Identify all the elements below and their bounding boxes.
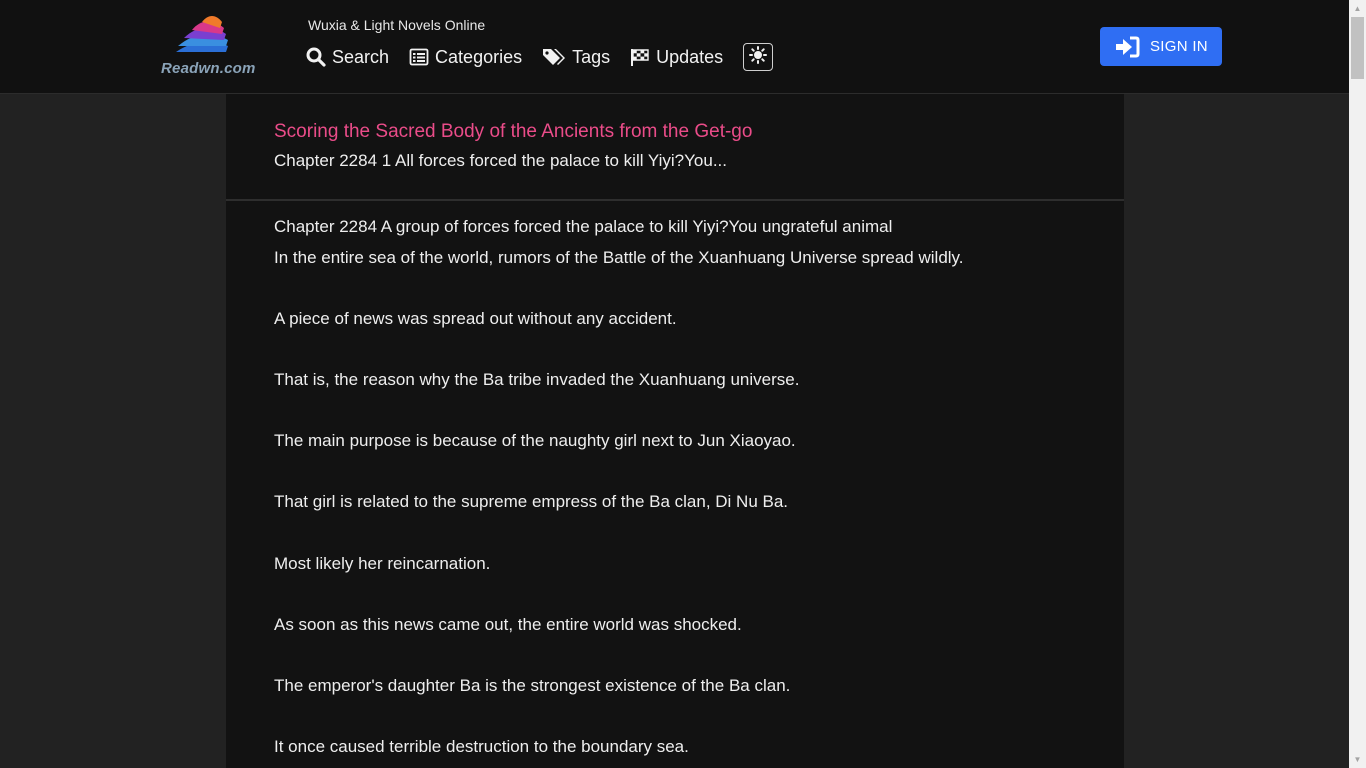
chapter-paragraph: As soon as this news came out, the entir… [274,615,742,634]
site-header: Readwn.com Wuxia & Light Novels Online S… [0,0,1349,94]
site-tagline: Wuxia & Light Novels Online [308,17,486,33]
scroll-up-arrow-icon[interactable]: ▲ [1349,0,1366,17]
page-scrollbar[interactable]: ▲ ▼ [1349,0,1366,768]
tags-icon [542,47,566,67]
sun-icon [749,45,768,69]
sign-in-button[interactable]: SIGN IN [1100,27,1222,66]
chapter-header: Scoring the Sacred Body of the Ancients … [226,94,1124,201]
chapter-paragraph: Chapter 2284 A group of forces forced th… [274,217,893,236]
nav-categories-label: Categories [435,46,523,67]
chapter-paragraph: A piece of news was spread out without a… [274,309,677,328]
chapter-card: Scoring the Sacred Body of the Ancients … [226,94,1124,768]
chapter-paragraph: The main purpose is because of the naugh… [274,431,796,450]
chapter-paragraph: That is, the reason why the Ba tribe inv… [274,370,800,389]
chapter-paragraph: The emperor's daughter Ba is the stronge… [274,676,791,695]
page: Readwn.com Wuxia & Light Novels Online S… [0,0,1349,768]
sign-in-label: SIGN IN [1150,38,1208,55]
nav-search-label: Search [332,46,390,67]
chapter-paragraph: Most likely her reincarnation. [274,554,491,573]
nav-tags[interactable]: Tags [542,47,610,68]
search-icon [306,47,326,67]
nav-tags-label: Tags [572,46,611,67]
scrollbar-thumb[interactable] [1351,17,1364,79]
theme-toggle-button[interactable] [743,43,774,71]
list-icon [409,47,429,67]
nav-updates-label: Updates [656,46,724,67]
chapter-paragraph: In the entire sea of the world, rumors o… [274,248,964,267]
novel-title-link[interactable]: Scoring the Sacred Body of the Ancients … [274,121,752,143]
scroll-down-arrow-icon[interactable]: ▼ [1349,751,1366,768]
nav-search[interactable]: Search [306,47,389,68]
chapter-subtitle: Chapter 2284 1 All forces forced the pal… [274,151,727,170]
site-logo[interactable]: Readwn.com [160,12,256,78]
nav-categories[interactable]: Categories [409,47,522,68]
sign-in-icon [1114,36,1140,58]
flag-checkered-icon [630,47,650,67]
nav-updates[interactable]: Updates [630,47,723,68]
logo-text: Readwn.com [161,60,256,77]
chapter-paragraph: That girl is related to the supreme empr… [274,492,789,511]
logo-fan-icon [176,16,228,52]
main-nav: Search Categories Tags Updates [306,40,774,74]
chapter-paragraph: It once caused terrible destruction to t… [274,737,689,756]
